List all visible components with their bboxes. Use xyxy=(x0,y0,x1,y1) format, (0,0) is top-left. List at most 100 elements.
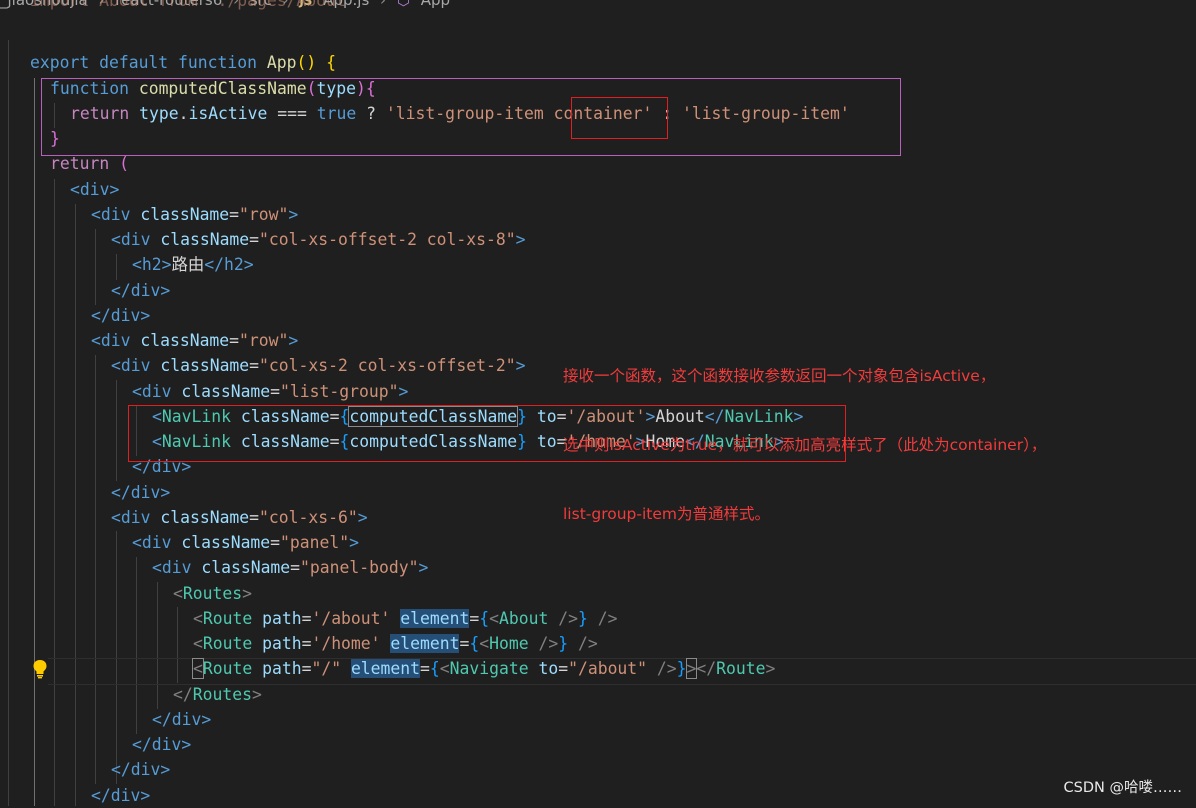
code-line[interactable]: <div className="list-group"> xyxy=(132,379,408,404)
attr-value: "col-xs-offset-2 col-xs-8" xyxy=(259,230,516,249)
jsx-text: 路由 xyxy=(171,255,205,275)
code-line[interactable]: function computedClassName(type){ xyxy=(50,76,376,101)
code-line[interactable]: import About from './pages/About' xyxy=(30,0,356,13)
keyword: export xyxy=(30,53,90,72)
keyword: function xyxy=(50,78,129,98)
code-line[interactable]: <div className="col-xs-offset-2 col-xs-8… xyxy=(111,227,526,252)
attr-name: to xyxy=(536,406,557,426)
operator: . xyxy=(178,103,189,123)
keyword: function xyxy=(178,53,257,72)
keyword: return xyxy=(50,154,110,173)
tag-name: div xyxy=(151,457,182,477)
code-line[interactable]: <div className="panel"> xyxy=(132,530,359,555)
code-editor[interactable]: _jiaoshoujia › react-routers6 › src › JS… xyxy=(0,0,1196,806)
component-name: NavLink xyxy=(161,432,231,451)
indent-guide xyxy=(95,355,96,784)
attr-value: "/" xyxy=(311,659,342,679)
code-line[interactable]: <Route path="/" element={<Navigate to="/… xyxy=(192,656,775,681)
code-line[interactable]: <div className="row"> xyxy=(91,328,298,353)
cube-icon: ⬡ xyxy=(396,0,410,9)
annotation-line: list-group-item为普通样式。 xyxy=(563,505,770,523)
keyword: true xyxy=(316,103,357,123)
code-line[interactable]: <Route path='/about' element={<About />}… xyxy=(193,606,617,631)
indent-guide xyxy=(157,582,158,709)
code-line[interactable]: <div className="panel-body"> xyxy=(152,555,428,580)
code-line[interactable]: <Route path='/home' element={<Home />} /… xyxy=(193,631,598,656)
tag-name: div xyxy=(130,482,161,502)
tag-name: div xyxy=(161,558,192,578)
code-line[interactable]: <div className="col-xs-6"> xyxy=(111,505,368,530)
string: ' xyxy=(642,103,653,123)
code-line[interactable]: return ( xyxy=(50,151,129,176)
bracket: ) xyxy=(355,78,366,98)
parameter: type xyxy=(316,78,356,98)
annotation-line: 选中则isActive为true，就可以添加高亮样式了（此处为container… xyxy=(563,436,1047,454)
expression: computedClassName xyxy=(348,405,519,427)
indent-guide xyxy=(116,254,117,280)
attr-value: "panel-body" xyxy=(300,558,419,578)
code-line[interactable]: </Routes> xyxy=(173,682,262,707)
bracket: () xyxy=(296,53,317,72)
code-line[interactable]: </div> xyxy=(111,480,170,505)
function-name: computedClassName xyxy=(138,78,307,98)
string: 'list-group-item' xyxy=(681,103,850,123)
attr-value: "col-xs-2 col-xs-offset-2" xyxy=(259,356,516,376)
tag-name: div xyxy=(130,280,161,300)
attr-value: "row" xyxy=(239,331,289,350)
expression: computedClassName xyxy=(349,432,518,451)
attr-value: "panel" xyxy=(280,533,350,552)
tag-name: div xyxy=(110,305,141,325)
attr-name: className xyxy=(240,432,330,451)
code-line[interactable]: </div> xyxy=(91,783,150,808)
string: 'list-group-item xyxy=(385,103,554,123)
breadcrumb-item[interactable]: App xyxy=(421,0,450,9)
component-name: Home xyxy=(489,634,529,653)
operator: === xyxy=(277,103,307,123)
code-line[interactable]: return type.isActive === true ? 'list-gr… xyxy=(70,101,850,126)
component-name: About xyxy=(498,608,549,628)
code-line[interactable]: export default function App() { xyxy=(30,50,336,75)
tag-name: div xyxy=(141,381,172,401)
code-line[interactable]: <Routes> xyxy=(173,581,252,606)
attr-value: "list-group" xyxy=(280,381,399,401)
code-line[interactable]: </div> xyxy=(111,278,170,303)
attr-value: "row" xyxy=(239,204,289,224)
attr-name: to xyxy=(536,432,557,451)
function-name: App xyxy=(266,53,297,72)
indent-guide xyxy=(75,204,76,806)
component-name: Routes xyxy=(182,583,243,603)
import-statement: import About from './pages/About' xyxy=(30,0,356,10)
keyword: return xyxy=(70,103,130,123)
indent-guide xyxy=(8,40,9,806)
bracket: } xyxy=(50,129,60,148)
code-line[interactable]: } xyxy=(50,126,60,151)
code-line[interactable]: <div className="row"> xyxy=(91,202,298,227)
code-line[interactable]: <div className="col-xs-2 col-xs-offset-2… xyxy=(111,353,526,378)
string-highlighted: container xyxy=(553,103,643,123)
component-name: Routes xyxy=(192,684,252,704)
code-line[interactable]: </div> xyxy=(132,454,191,479)
identifier: isActive xyxy=(188,103,268,123)
code-line[interactable]: </div> xyxy=(111,757,170,782)
operator: ? xyxy=(366,103,376,123)
attr-value: "/about" xyxy=(568,659,648,679)
keyword: default xyxy=(99,53,169,72)
attr-value: '/home' xyxy=(311,634,381,653)
tag-name: div xyxy=(120,230,151,249)
code-line[interactable]: </div> xyxy=(91,303,150,328)
annotation-line: 接收一个函数，这个函数接收参数返回一个对象包含isActive， xyxy=(563,367,996,385)
tag-name: div xyxy=(120,356,151,376)
component-name: NavLink xyxy=(161,406,231,426)
code-line[interactable]: </div> xyxy=(132,732,191,757)
indent-guide xyxy=(34,78,35,806)
component-name: Navigate xyxy=(449,659,529,679)
tag-name: div xyxy=(151,735,182,754)
code-line[interactable]: </div> xyxy=(152,707,211,732)
code-line[interactable]: <h2>路由</h2> xyxy=(132,252,254,277)
indent-guide xyxy=(95,229,96,305)
annotation-note: 接收一个函数，这个函数接收参数返回一个对象包含isActive， 选中则isAc… xyxy=(563,319,1046,572)
lightbulb-icon[interactable] xyxy=(32,659,48,681)
code-line[interactable]: <div> xyxy=(70,177,119,202)
bracket: { xyxy=(326,53,336,72)
tag-name: div xyxy=(130,760,161,780)
